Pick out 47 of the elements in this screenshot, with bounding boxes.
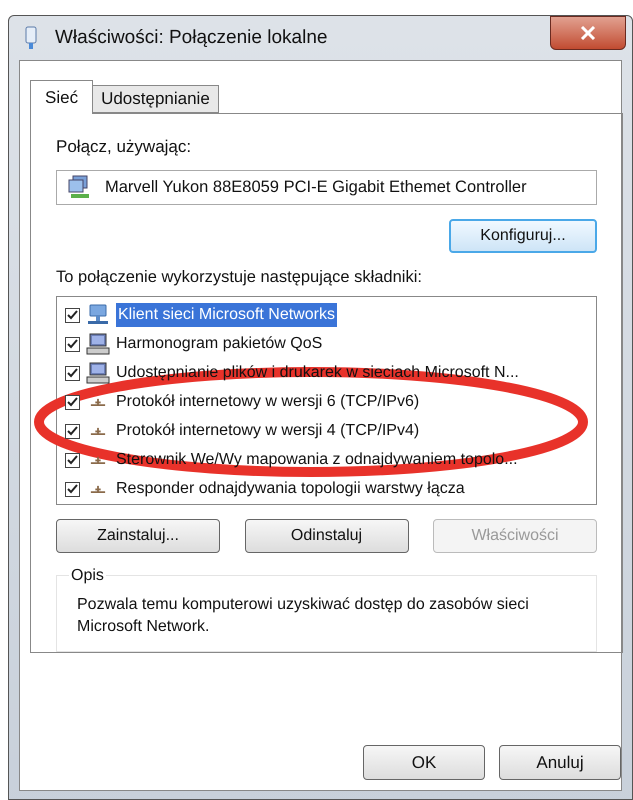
checkbox[interactable]	[65, 308, 80, 323]
configure-button[interactable]: Konfiguruj...	[449, 218, 597, 253]
action-button[interactable]: Odinstaluj	[244, 518, 408, 553]
connect-label: Połącz, używając:	[56, 136, 192, 158]
component-item[interactable]: Protokół internetowy w wersji 4 (TCP/IPv4)	[65, 416, 596, 446]
component-label: Klient sieci Microsoft Networks	[116, 303, 337, 328]
description-text: Pozwala temu komputerowi uzyskiwać dostęp do zasobów sieci Microsoft Network.	[77, 594, 530, 637]
check-icon	[67, 426, 78, 436]
checkbox[interactable]	[65, 424, 80, 439]
window-title: Właściwości: Połączenie lokalne	[55, 26, 328, 50]
component-item[interactable]: Klient sieci Microsoft Networks	[65, 300, 596, 330]
component-label: Protokół internetowy w wersji 6 (TCP/IPv6)	[116, 392, 420, 412]
computer-icon	[86, 362, 110, 384]
network-client-icon	[86, 304, 110, 326]
checkbox[interactable]	[65, 452, 80, 468]
network-adapter-icon	[67, 175, 91, 200]
component-label: Responder odnajdywania topologii warstwy łącza	[116, 479, 465, 500]
check-icon	[67, 339, 78, 350]
checkbox[interactable]	[65, 482, 80, 497]
check-icon	[67, 368, 78, 378]
checkbox[interactable]	[65, 394, 80, 410]
check-icon	[67, 310, 78, 320]
network-adapter-icon	[23, 25, 39, 51]
protocol-icon	[90, 398, 106, 406]
protocol-icon	[90, 485, 106, 494]
tab[interactable]: Udostępnianie	[92, 85, 219, 113]
protocol-icon	[90, 427, 106, 436]
protocol-icon	[90, 456, 106, 464]
tab[interactable]: Sieć	[30, 80, 94, 114]
components-label: To połączenie wykorzystuje następujące składniki:	[56, 266, 423, 288]
component-item[interactable]: Responder odnajdywania topologii warstwy łącza	[65, 474, 596, 504]
component-label: Harmonogram pakietów QoS	[116, 334, 322, 354]
dialog-button[interactable]: OK	[363, 745, 485, 780]
check-icon	[67, 484, 78, 494]
computer-icon	[86, 333, 110, 356]
dialog-button[interactable]: Anuluj	[499, 745, 621, 780]
adapter-name: Marvell Yukon 88E8059 PCI-E Gigabit Ethemet Controller	[105, 176, 527, 198]
component-item[interactable]: Protokół internetowy w wersji 6 (TCP/IPv6)	[65, 388, 596, 417]
close-button[interactable]	[550, 16, 626, 50]
close-icon	[580, 26, 596, 40]
action-button[interactable]: Zainstaluj...	[56, 518, 220, 553]
component-label: Protokół internetowy w wersji 4 (TCP/IPv4)	[116, 421, 420, 442]
checkbox[interactable]	[65, 336, 80, 352]
check-icon	[67, 455, 78, 466]
component-item[interactable]: Harmonogram pakietów QoS	[65, 330, 596, 359]
checkbox[interactable]	[65, 366, 80, 381]
check-icon	[67, 397, 78, 408]
